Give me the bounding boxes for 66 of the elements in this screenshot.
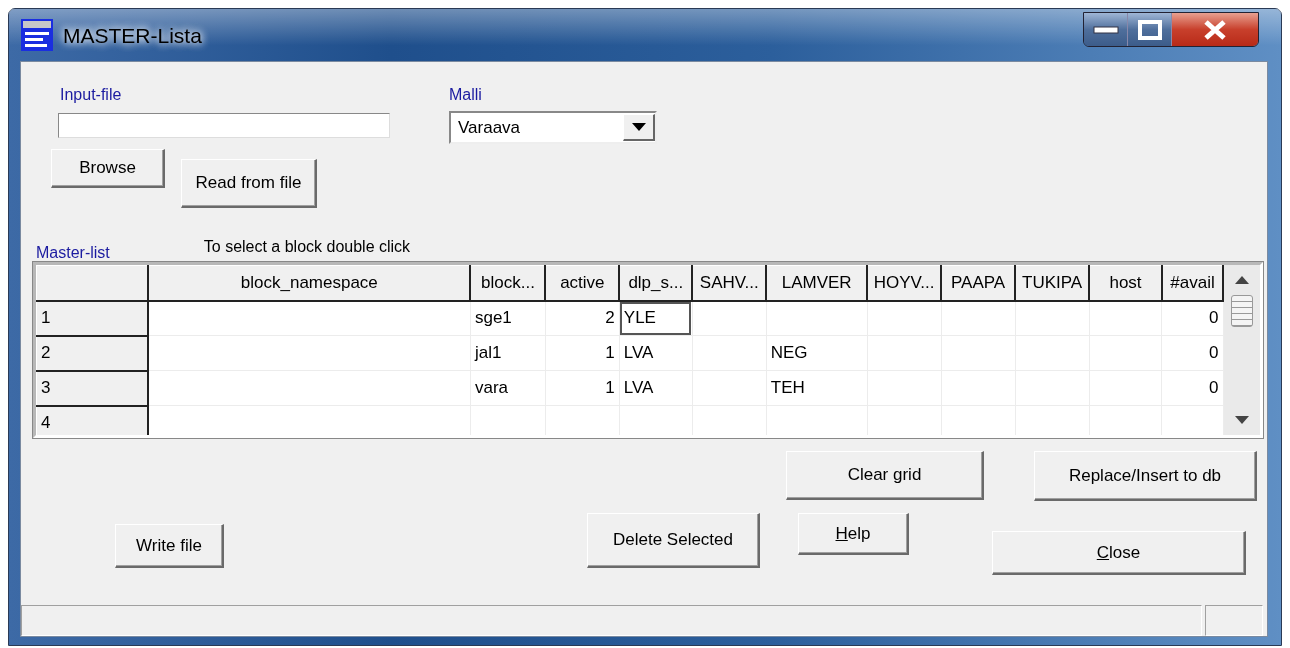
master-list-label: Master-list	[36, 244, 110, 262]
table-cell[interactable]	[941, 300, 1016, 336]
column-header[interactable]: LAMVER	[766, 265, 868, 301]
table-cell[interactable]: vara	[470, 370, 546, 406]
input-file-field[interactable]	[58, 113, 390, 138]
dropdown-arrow-icon	[631, 123, 646, 131]
model-dropdown[interactable]: Varaava	[449, 111, 657, 144]
column-header[interactable]: PAAPA	[941, 265, 1016, 301]
table-cell[interactable]	[148, 335, 471, 371]
maximize-icon	[1137, 19, 1162, 40]
table-cell[interactable]: sge1	[470, 300, 546, 336]
table-cell[interactable]	[766, 300, 868, 336]
table-cell[interactable]	[148, 300, 471, 336]
status-bar-panel	[1205, 605, 1263, 636]
scroll-thumb[interactable]	[1231, 295, 1253, 327]
row-header[interactable]: 4	[36, 405, 149, 435]
close-button[interactable]	[1172, 13, 1258, 46]
row-header[interactable]: 2	[36, 335, 149, 371]
table-cell[interactable]	[692, 300, 767, 336]
help-button[interactable]: Help	[798, 513, 909, 555]
column-header[interactable]: #avail	[1161, 265, 1223, 301]
table-cell[interactable]: 2	[545, 300, 620, 336]
table-cell[interactable]	[148, 370, 471, 406]
column-header[interactable]: dlp_s...	[619, 265, 693, 301]
window-title: MASTER-Lista	[63, 24, 202, 48]
write-file-button[interactable]: Write file	[115, 524, 224, 568]
column-header[interactable]: HOYV...	[867, 265, 942, 301]
row-header[interactable]: 3	[36, 370, 149, 406]
table-cell[interactable]: TEH	[766, 370, 868, 406]
row-header[interactable]: 1	[36, 300, 149, 336]
table-cell[interactable]: 0	[1161, 300, 1223, 336]
vertical-scrollbar[interactable]	[1224, 265, 1260, 435]
close-dialog-button[interactable]: Close	[992, 531, 1246, 575]
column-header[interactable]: TUKIPA	[1015, 265, 1090, 301]
table-cell[interactable]: 1	[545, 335, 620, 371]
table-cell[interactable]: 1	[545, 370, 620, 406]
minimize-icon	[1092, 24, 1119, 35]
column-header[interactable]: host	[1089, 265, 1162, 301]
scroll-down-icon[interactable]	[1235, 415, 1249, 425]
read-from-file-button[interactable]: Read from file	[181, 159, 317, 208]
table-cell[interactable]	[1015, 300, 1090, 336]
maximize-button[interactable]	[1128, 13, 1172, 46]
table-cell[interactable]: 0	[1161, 335, 1223, 371]
table-cell[interactable]	[1089, 300, 1162, 336]
table-cell[interactable]: LVA	[619, 335, 693, 371]
replace-insert-button[interactable]: Replace/Insert to db	[1034, 451, 1257, 501]
table-cell[interactable]: 0	[1161, 370, 1223, 406]
app-icon	[21, 19, 53, 51]
hint-text: To select a block double click	[203, 238, 411, 256]
minimize-button[interactable]	[1084, 13, 1128, 46]
column-header[interactable]: block_namespace	[148, 265, 471, 301]
table-cell[interactable]	[867, 300, 942, 336]
delete-selected-button[interactable]: Delete Selected	[587, 513, 760, 568]
browse-button[interactable]: Browse	[51, 149, 165, 188]
scroll-up-icon[interactable]	[1235, 275, 1249, 285]
table-cell[interactable]: LVA	[619, 370, 693, 406]
clear-grid-button[interactable]: Clear grid	[786, 451, 984, 500]
column-header[interactable]: active	[545, 265, 620, 301]
column-header[interactable]: block...	[470, 265, 546, 301]
input-file-label: Input-file	[60, 86, 123, 104]
table-cell[interactable]: jal1	[470, 335, 546, 371]
column-header[interactable]: SAHV...	[692, 265, 767, 301]
table-cell[interactable]: YLE	[619, 300, 693, 336]
model-label: Malli	[449, 86, 483, 104]
table-cell[interactable]	[692, 335, 767, 371]
table-cell[interactable]: NEG	[766, 335, 868, 371]
